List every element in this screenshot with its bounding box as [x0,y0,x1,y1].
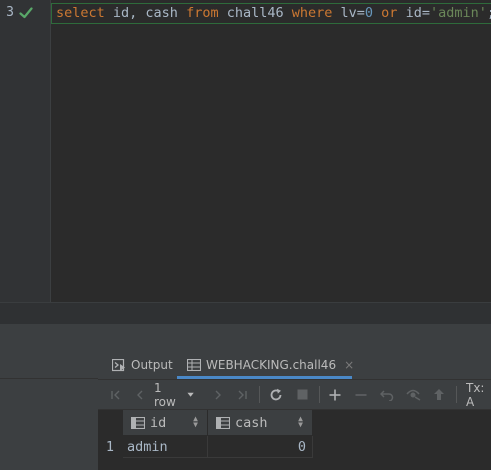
output-icon [112,358,125,371]
toolbar-separator [259,386,260,403]
tab-result-label: WEBHACKING.chall46 [206,358,337,372]
sql-editor[interactable]: 3 select id, cash from chall46 where lv=… [0,0,491,302]
column-header-cash[interactable]: cash ▲ ▼ [208,410,313,435]
tab-output[interactable]: Output [112,351,173,379]
tab-result-table[interactable]: WEBHACKING.chall46 × [187,351,354,379]
panel-divider [0,378,98,379]
sql-cond2-value: 'admin' [429,5,487,21]
tool-window-header [0,324,491,351]
rows-count-label: 1 row [154,380,176,409]
column-icon [131,416,145,429]
editor-gutter: 3 [0,0,51,302]
sql-keyword-from: from [186,5,219,21]
preview-changes-icon[interactable] [403,380,423,409]
code-line-statement[interactable]: select id, cash from chall46 where lv=0 … [51,3,491,24]
transaction-mode-dropdown[interactable]: Tx: A [466,380,491,409]
table-icon [187,359,201,371]
cell-cash[interactable]: 0 [208,436,313,458]
delete-row-icon[interactable] [351,380,371,409]
sort-icon[interactable]: ▲ ▼ [193,415,198,429]
results-toolbar: 1 row Tx: A [98,380,491,410]
sql-table: chall46 [218,5,292,21]
check-icon [19,7,33,19]
refresh-icon[interactable] [266,380,286,409]
sql-cond2-field: id= [397,5,430,21]
chevron-down-icon [187,392,194,397]
column-header-id[interactable]: id ▲ ▼ [123,410,208,435]
sql-terminator: ; [487,5,491,21]
column-header-label: id [150,414,167,431]
tab-output-label: Output [131,358,173,372]
submit-icon[interactable] [429,380,449,409]
sql-keyword-where: where [291,5,333,21]
sql-keyword-or: or [381,5,398,21]
services-tree-panel [0,351,99,470]
results-tab-bar: Output WEBHACKING.chall46 × [98,351,491,380]
rows-dropdown[interactable]: 1 row [154,380,194,409]
toolbar-separator [319,386,320,403]
first-page-icon[interactable] [106,380,126,409]
sql-keyword-select: select [56,5,105,21]
sql-cond1-value: 0 [364,5,374,21]
revert-icon[interactable] [377,380,397,409]
active-tab-indicator [177,376,352,379]
editor-bottom-separator [0,302,491,325]
results-grid: id ▲ ▼ cash ▲ ▼ 1 admin 0 [98,410,491,470]
next-page-icon[interactable] [208,380,228,409]
column-icon [216,416,230,429]
stop-icon[interactable] [292,380,312,409]
close-icon[interactable]: × [344,358,354,372]
row-number[interactable]: 1 [98,436,122,458]
previous-page-icon[interactable] [130,380,150,409]
toolbar-separator [456,386,457,403]
add-row-icon[interactable] [325,380,345,409]
sql-columns: id, cash [104,5,187,21]
tx-mode-label: Tx: A [466,380,485,409]
last-page-icon[interactable] [232,380,252,409]
line-number: 3 [6,5,14,20]
sql-space [373,5,381,21]
cell-id[interactable]: admin [123,436,208,458]
sql-cond1-field: lv= [332,5,365,21]
column-header-label: cash [235,414,268,431]
sort-icon[interactable]: ▲ ▼ [298,415,303,429]
